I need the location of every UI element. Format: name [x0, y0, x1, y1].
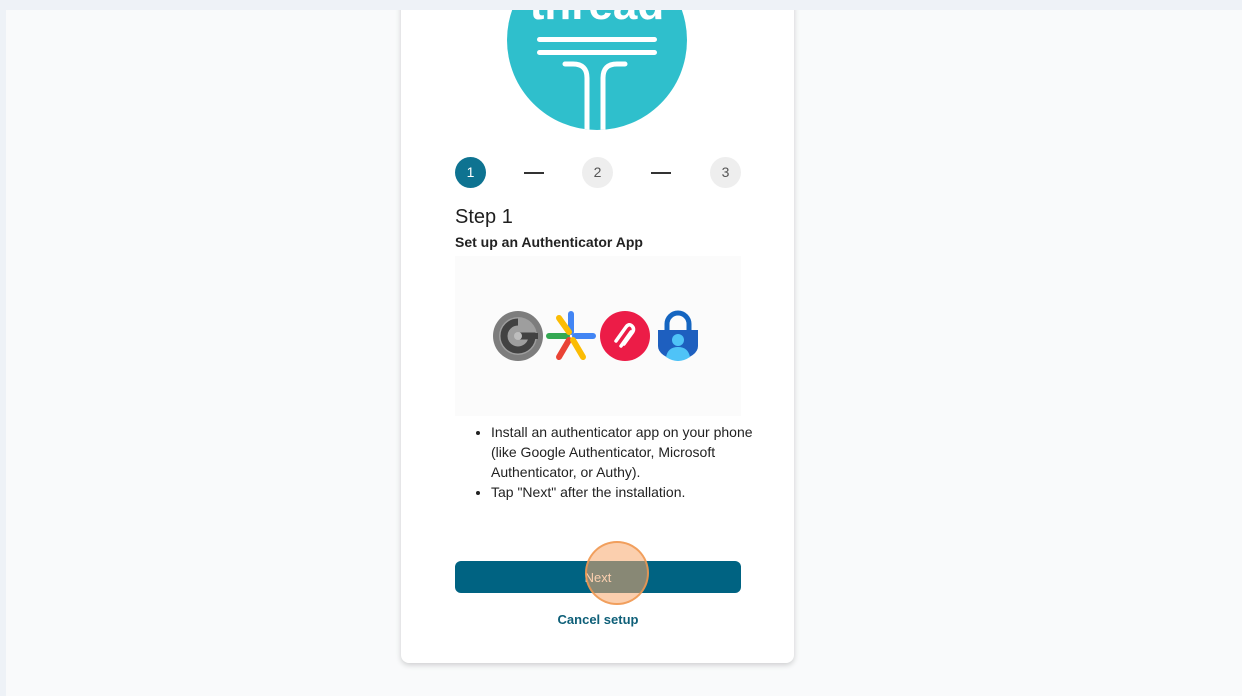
cancel-setup-link[interactable]: Cancel setup: [455, 612, 741, 627]
step-indicator-2: 2: [582, 157, 613, 188]
logo-wordmark: thread: [530, 10, 664, 29]
step-indicator-1: 1: [455, 157, 486, 188]
step-title: Step 1: [455, 206, 513, 228]
step-connector: [651, 172, 671, 174]
google-authenticator-legacy-icon: [493, 311, 543, 361]
step-indicator-3: 3: [710, 157, 741, 188]
authenticator-apps-image: [455, 256, 741, 416]
step-connector: [524, 172, 544, 174]
instruction-list: Install an authenticator app on your pho…: [455, 422, 755, 502]
progress-stepper: 1 2 3: [455, 157, 741, 189]
thread-logo-mark: thread: [530, 10, 664, 130]
step-subtitle: Set up an Authenticator App: [455, 234, 643, 250]
list-item: Install an authenticator app on your pho…: [491, 422, 755, 482]
next-button[interactable]: Next: [455, 561, 741, 593]
authy-icon: [600, 311, 650, 361]
microsoft-authenticator-icon: [658, 310, 698, 361]
page-viewport: thread 1 2 3 Step 1 Set up an Authentica…: [6, 10, 1242, 696]
thread-logo: thread: [507, 10, 687, 130]
google-authenticator-icon: [546, 311, 596, 360]
mfa-setup-card: thread 1 2 3 Step 1 Set up an Authentica…: [401, 10, 794, 663]
list-item: Tap "Next" after the installation.: [491, 482, 755, 502]
